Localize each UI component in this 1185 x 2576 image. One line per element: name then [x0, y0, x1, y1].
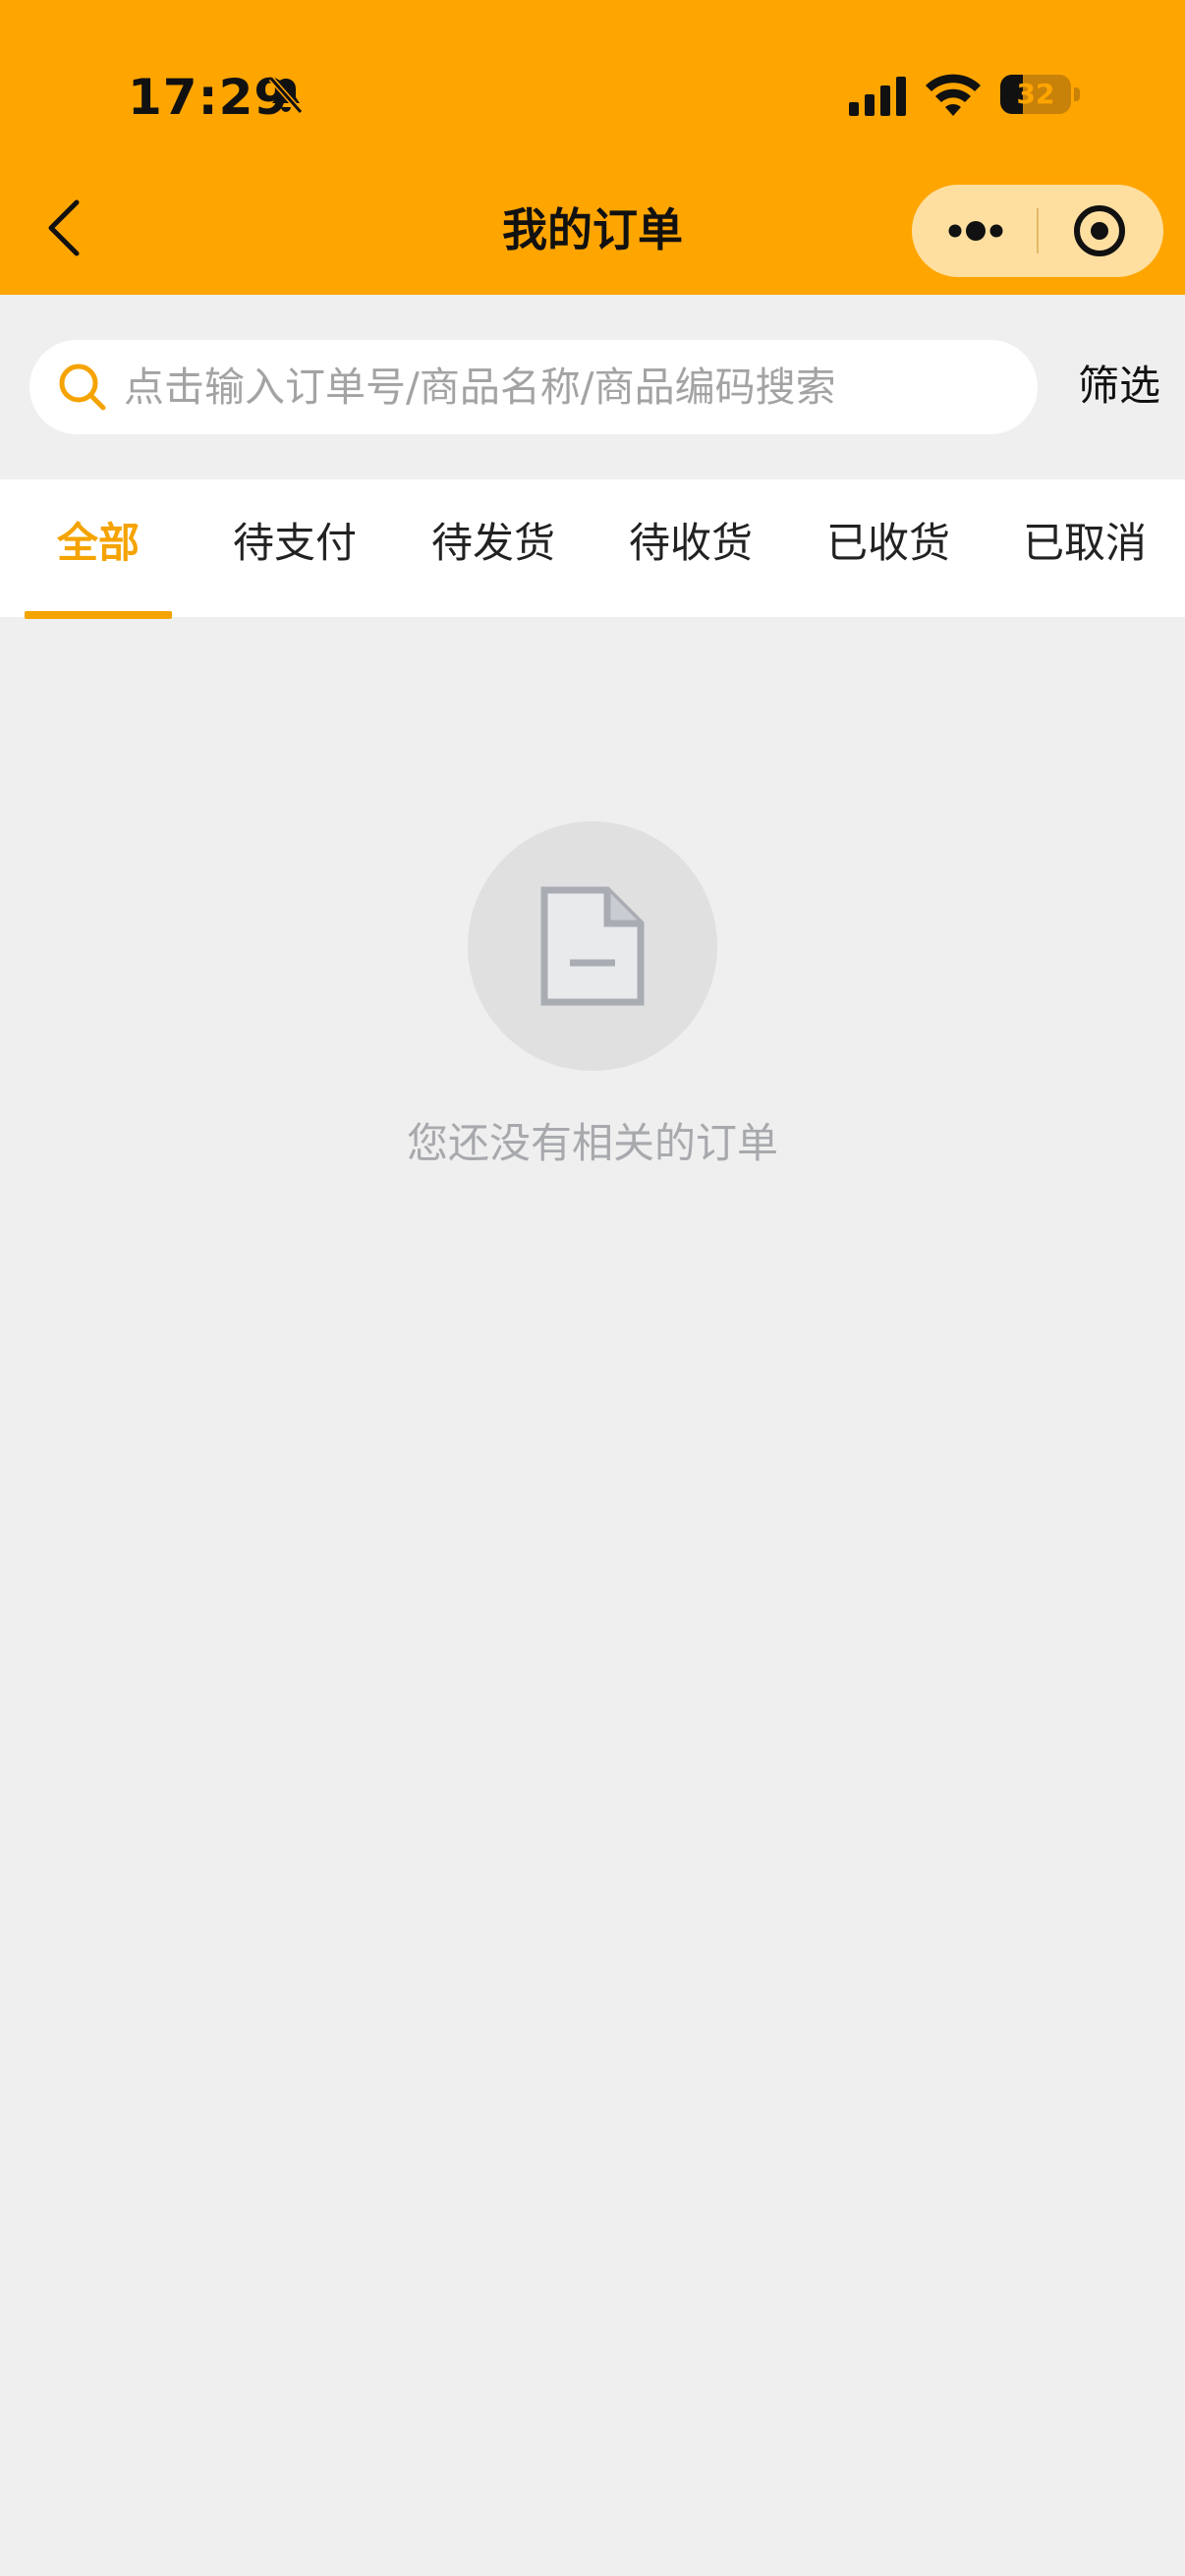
tab-all[interactable]: 全部: [25, 479, 172, 617]
empty-state-message: 您还没有相关的订单: [406, 1119, 778, 1167]
more-dots-icon[interactable]: [912, 185, 1037, 277]
cellular-signal-icon: [849, 77, 906, 116]
wifi-icon: [926, 74, 981, 116]
bell-muted-icon: [268, 77, 304, 114]
search-input[interactable]: [124, 340, 1008, 434]
filter-button[interactable]: 筛选: [1065, 354, 1173, 419]
order-status-tabs: 全部 待支付 待发货 待收货 已收货 已取消: [0, 479, 1185, 619]
page-title: 我的订单: [502, 203, 683, 256]
battery-indicator: 32: [1000, 75, 1081, 116]
empty-state-illustration: [468, 821, 717, 1071]
search-icon: [59, 364, 106, 411]
search-box[interactable]: [29, 340, 1038, 434]
tab-pending-payment[interactable]: 待支付: [216, 479, 373, 617]
target-circle-icon[interactable]: [1039, 185, 1163, 277]
orders-screen: 17:29 32 我的订单 点击输入订单号/商品名称/商品编码搜索 筛选 全部 …: [0, 0, 1185, 2576]
tab-pending-shipment[interactable]: 待发货: [415, 479, 572, 617]
header-background: 17:29 32 我的订单: [0, 0, 1185, 295]
active-tab-indicator: [25, 611, 172, 619]
tab-cancelled[interactable]: 已取消: [1006, 479, 1163, 617]
battery-percent: 32: [1016, 78, 1055, 110]
battery-body: 32: [1000, 75, 1071, 114]
tab-pending-receipt[interactable]: 待收货: [612, 479, 769, 617]
mini-program-capsule: [912, 185, 1163, 277]
battery-cap: [1074, 87, 1080, 101]
document-icon: [540, 886, 645, 1006]
tab-received[interactable]: 已收货: [810, 479, 967, 617]
back-button[interactable]: [37, 193, 92, 263]
